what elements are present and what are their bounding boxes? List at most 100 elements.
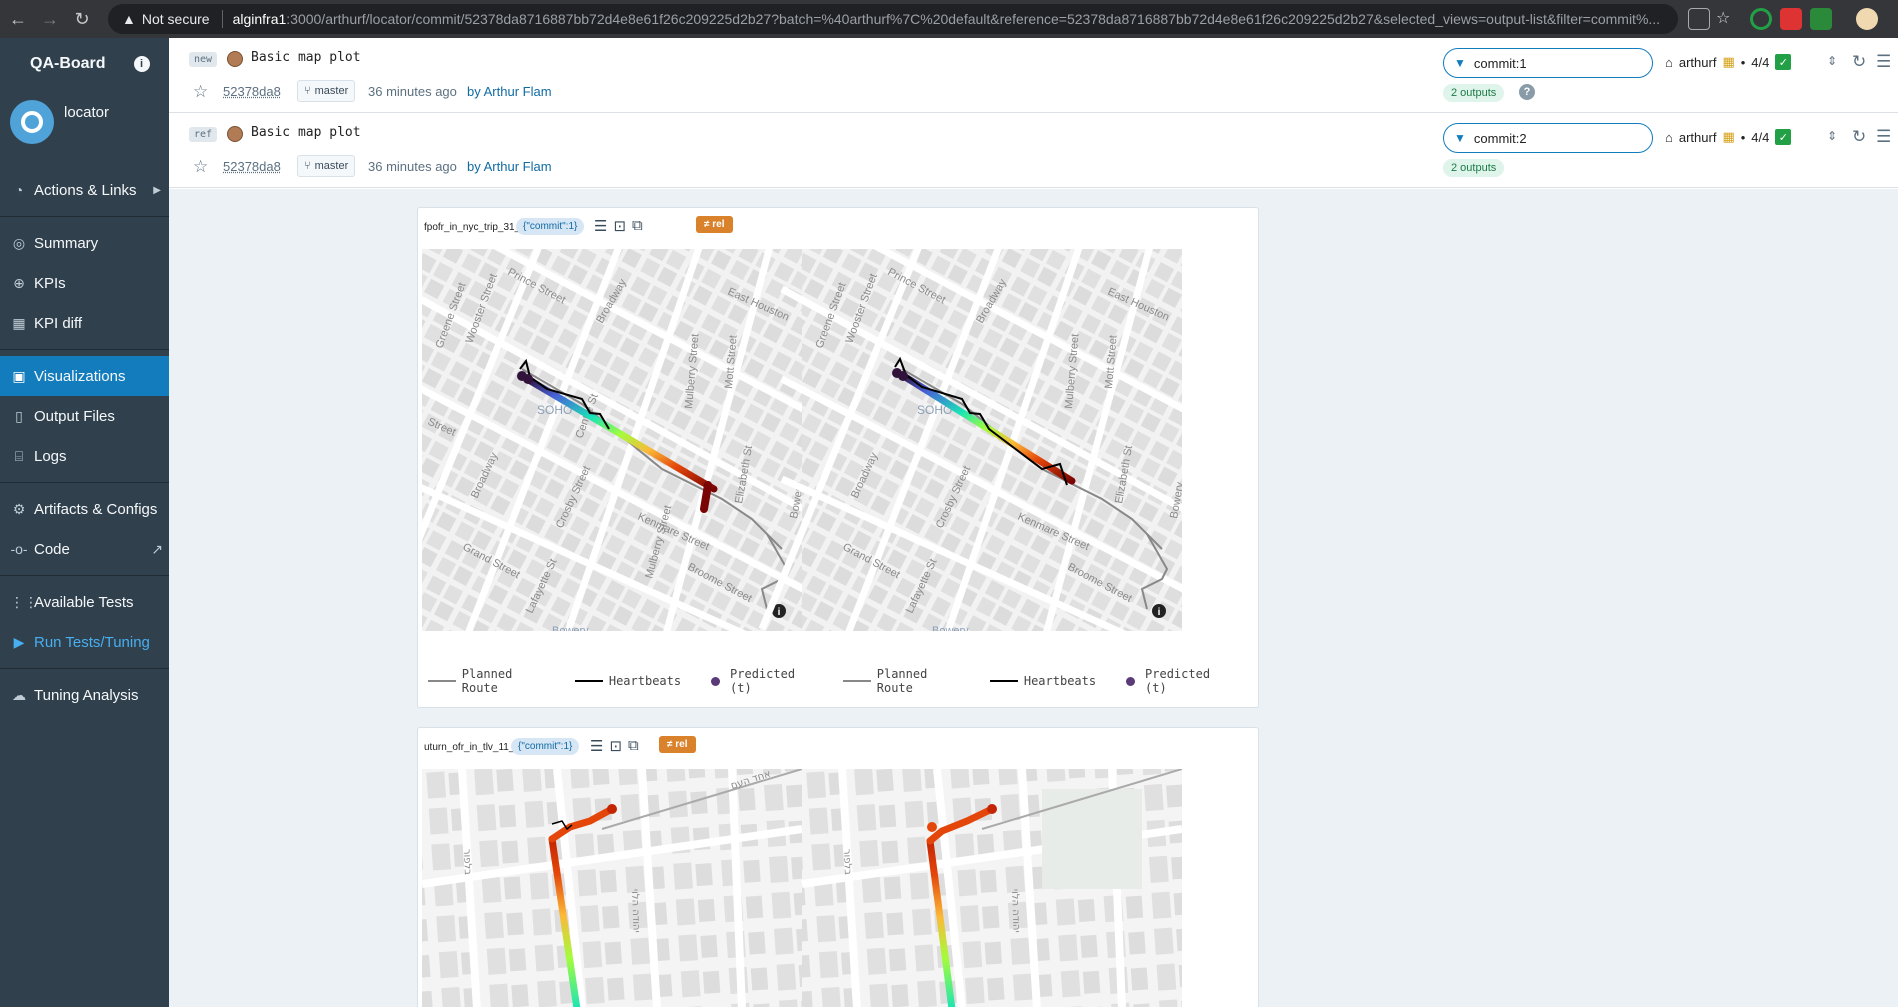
construction-icon: ▦	[1722, 129, 1735, 144]
refresh-icon[interactable]: ↻	[1852, 52, 1866, 72]
sidebar-item-artifacts-configs[interactable]: ⚙ Artifacts & Configs	[0, 489, 169, 529]
svg-text:Bowery: Bowery	[932, 625, 969, 631]
sidebar-item-label: Available Tests	[34, 593, 134, 611]
divider	[0, 349, 169, 350]
branch-name: master	[314, 160, 349, 172]
tuning-icon: ☁	[12, 686, 26, 703]
sidebar-item-kpi-diff[interactable]: ▦ KPI diff	[0, 303, 169, 343]
output-title[interactable]: fpofr_in_nyc_trip_31_1	[424, 222, 526, 233]
commit-hash[interactable]: 52378da8	[223, 159, 281, 174]
grid-icon: ▦	[12, 314, 26, 331]
batch-filter-input[interactable]: ▼ commit:1	[1443, 48, 1653, 78]
app-brand[interactable]: QA-Board i	[0, 38, 169, 90]
git-branch-icon: ⑂	[304, 85, 311, 97]
forward-icon[interactable]: →	[36, 5, 64, 33]
sidebar-item-summary[interactable]: ◎ Summary	[0, 223, 169, 263]
target-icon: ⊕	[13, 274, 25, 291]
menu-icon[interactable]: ☰	[1876, 127, 1891, 147]
batch-selector[interactable]: ⌂ arthurf ▦ • 4/4 ✓	[1665, 129, 1792, 145]
svg-text:בלפור: בלפור	[841, 849, 853, 876]
filter-value: commit:2	[1473, 130, 1527, 146]
commit-hash[interactable]: 52378da8	[223, 84, 281, 99]
legend-item-heartbeats[interactable]: Heartbeats	[989, 674, 1097, 688]
sidebar-item-label: Artifacts & Configs	[34, 500, 158, 518]
star-icon[interactable]: ☆	[193, 82, 208, 102]
sidebar-item-actions-links[interactable]: ◔ Actions & Links ▶	[0, 170, 169, 210]
legend-item-planned-route[interactable]: Planned Route	[843, 667, 970, 695]
app-name: QA-Board	[30, 55, 106, 72]
legend-item-planned-route[interactable]: Planned Route	[428, 667, 555, 695]
output-title[interactable]: uturn_ofr_in_tlv_11_4	[424, 742, 520, 753]
batch-selector[interactable]: ⌂ arthurf ▦ • 4/4 ✓	[1665, 54, 1792, 70]
document-icon: ▯	[15, 407, 23, 424]
construction-icon: ▦	[1722, 54, 1735, 69]
legend-item-predicted[interactable]: Predicted (t)	[1116, 667, 1238, 695]
sidebar-item-available-tests[interactable]: ⋮⋮ Available Tests	[0, 582, 169, 622]
legend-label: Heartbeats	[608, 674, 682, 688]
legend-item-heartbeats[interactable]: Heartbeats	[574, 674, 682, 688]
star-icon[interactable]: ☆	[193, 157, 208, 177]
map-left: East Houston Broadway Prince Street SOHO…	[422, 249, 824, 631]
profile-avatar[interactable]	[1856, 8, 1878, 30]
dot-separator: •	[1740, 54, 1746, 70]
sidebar-item-logs[interactable]: ⌸ Logs	[0, 436, 169, 476]
console-icon: ⌸	[14, 447, 24, 464]
project-name: locator	[64, 104, 110, 121]
params-tag[interactable]: {"commit":1}	[511, 738, 580, 755]
help-icon[interactable]: ?	[1519, 84, 1535, 100]
menu-icon[interactable]: ☰	[1876, 52, 1891, 72]
duplicate-icon[interactable]: ⧉	[628, 737, 639, 755]
batch-user: arthurf	[1678, 129, 1717, 145]
legend-label: Planned Route	[876, 667, 928, 695]
sidebar-item-code[interactable]: -o- Code ↗	[0, 529, 169, 569]
branch-tag[interactable]: ⑂ master	[297, 80, 356, 102]
commit-message: Basic map plot	[251, 50, 361, 65]
rel-badge[interactable]: ≠ rel	[659, 736, 696, 753]
list-icon[interactable]: ☰	[594, 217, 607, 235]
extension-icon[interactable]	[1780, 8, 1802, 30]
extension-icon[interactable]	[1750, 8, 1772, 30]
address-bar[interactable]: ▲ Not secure alginfra1 :3000/arthurf/loc…	[108, 4, 1678, 34]
sidebar-item-label: Output Files	[34, 407, 115, 425]
params-tag[interactable]: {"commit":1}	[516, 218, 585, 235]
commit-author[interactable]: by Arthur Flam	[467, 84, 552, 99]
warning-icon: ▲	[122, 11, 136, 27]
extension-icon[interactable]	[1810, 8, 1832, 30]
map-right: בלפור יהודה הלוי	[801, 769, 1182, 1007]
rel-badge[interactable]: ≠ rel	[696, 216, 733, 233]
batch-filter-input[interactable]: ▼ commit:2	[1443, 123, 1653, 153]
images-icon[interactable]: ⊡	[613, 217, 626, 235]
sort-icon[interactable]: ⇕	[1827, 129, 1837, 143]
external-link-icon[interactable]: ↗	[151, 541, 163, 558]
sidebar-item-kpis[interactable]: ⊕ KPIs	[0, 263, 169, 303]
back-icon[interactable]: ←	[4, 5, 32, 33]
cast-icon[interactable]	[1688, 8, 1710, 30]
project-header[interactable]: locator	[0, 90, 169, 170]
sidebar-item-visualizations[interactable]: ▣ Visualizations	[0, 356, 169, 396]
sidebar: QA-Board i locator ◔ Actions & Links ▶ ◎…	[0, 38, 169, 1007]
duplicate-icon[interactable]: ⧉	[632, 217, 643, 235]
images-icon[interactable]: ⊡	[609, 737, 622, 755]
output-card: fpofr_in_nyc_trip_31_1 {"commit":1} ☰ ⊡ …	[417, 207, 1259, 708]
sidebar-item-run-tests-tuning[interactable]: ▶ Run Tests/Tuning	[0, 622, 169, 662]
refresh-icon[interactable]: ↻	[1852, 127, 1866, 147]
svg-text:i: i	[778, 607, 781, 618]
info-icon[interactable]: i	[133, 56, 150, 72]
sidebar-item-tuning-analysis[interactable]: ☁ Tuning Analysis	[0, 675, 169, 715]
list-icon[interactable]: ☰	[590, 737, 603, 755]
commit-row-new: new Basic map plot ☆ 52378da8 ⑂ master 36…	[169, 38, 1898, 113]
map-svg: East Houston Broadway Prince Street SOHO…	[422, 249, 1182, 631]
branch-tag[interactable]: ⑂ master	[297, 155, 356, 177]
legend-label: Heartbeats	[1023, 674, 1097, 688]
commit-author[interactable]: by Arthur Flam	[467, 159, 552, 174]
reload-icon[interactable]: ↻	[68, 5, 96, 33]
git-branch-icon: ⑂	[304, 160, 311, 172]
sort-icon[interactable]: ⇕	[1827, 54, 1837, 68]
avatar	[227, 51, 243, 67]
map-plot[interactable]: בלפור יהודה הלוי אחד העם בלפור יהודה הלו…	[422, 769, 1182, 1007]
bookmark-star-icon[interactable]: ☆	[1716, 8, 1738, 30]
legend-item-predicted[interactable]: Predicted (t)	[701, 667, 823, 695]
map-plot[interactable]: East Houston Broadway Prince Street SOHO…	[422, 249, 1182, 631]
sidebar-item-label: Run Tests/Tuning	[34, 633, 150, 651]
sidebar-item-output-files[interactable]: ▯ Output Files	[0, 396, 169, 436]
